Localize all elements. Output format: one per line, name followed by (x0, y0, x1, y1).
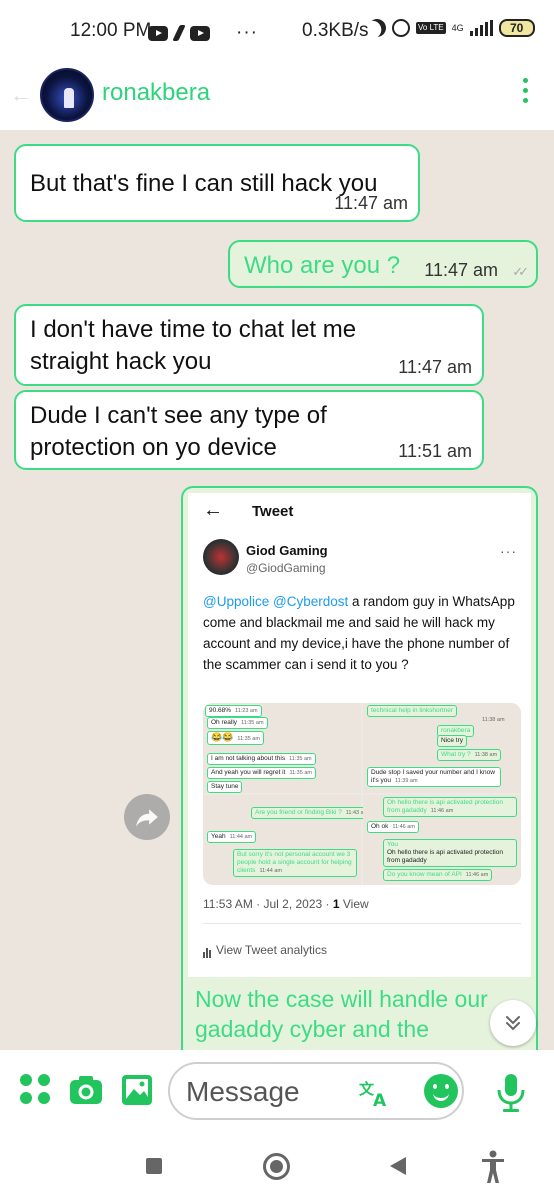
media-panel: technical help in linkshortner 11:38 am … (363, 703, 521, 793)
chat-snippet: You (387, 841, 398, 848)
chat-snippet: 90.68% (209, 707, 232, 714)
chat-snippet: What try ? (441, 751, 471, 758)
accessibility-icon[interactable] (480, 1150, 506, 1184)
tweet-back-icon: ← (203, 499, 223, 521)
back-arrow-icon[interactable]: ← (10, 82, 32, 108)
scroll-to-bottom-button[interactable] (490, 1000, 536, 1046)
divider (203, 923, 521, 924)
tweet-date: 11:53 AM · Jul 2, 2023 · 1 View (203, 897, 369, 911)
home-button[interactable] (263, 1153, 290, 1180)
status-time: 12:00 PM (70, 20, 152, 41)
chat-snippet: Stay tune (211, 783, 239, 790)
svg-text:A: A (373, 1091, 387, 1108)
apps-grid-icon[interactable] (20, 1074, 52, 1106)
gallery-icon[interactable] (121, 1074, 153, 1106)
more-notifications-icon: ··· (236, 22, 258, 43)
emoji-icon[interactable] (424, 1074, 458, 1108)
message-time: 11:47 am (424, 260, 498, 280)
forward-button[interactable] (124, 794, 170, 840)
tweet-avatar (203, 539, 239, 575)
back-button[interactable] (390, 1157, 406, 1175)
youtube-icon (148, 25, 168, 41)
tweet-screenshot: ← Tweet Giod Gaming @GiodGaming ··· @Upp… (188, 493, 531, 977)
notification-icons: ··· (148, 22, 258, 44)
chat-snippet: Oh really (211, 719, 238, 726)
network-speed: 0.3KB/s (302, 20, 369, 41)
chat-snippet: Are you friend or finding Biki ? (255, 809, 342, 816)
volte-icon: Vo LTE (416, 22, 446, 34)
system-icons: Vo LTE 4G 70 (368, 19, 535, 37)
battery-icon: 70 (498, 19, 535, 37)
tweet-author-handle: @GiodGaming (246, 561, 326, 575)
double-chevron-down-icon (506, 1016, 520, 1031)
read-ticks-icon: ✓✓ (512, 264, 529, 279)
message-bubble[interactable]: I don't have time to chat let me straigh… (14, 304, 484, 386)
chat-snippet: ronakbera (441, 727, 471, 734)
message-text: Who are you ? (244, 252, 401, 279)
chat-snippet: But sorry it's not personal account we 3… (237, 851, 352, 874)
recents-button[interactable] (146, 1158, 162, 1174)
camera-icon[interactable] (68, 1074, 104, 1106)
chat-snippet: Do you know mean of API (387, 871, 462, 878)
media-panel: 90.68% 11:23 am Oh really 11:35 am 😂😂 11:35… (203, 703, 361, 793)
tweet-more-icon: ··· (500, 543, 517, 559)
forward-icon (136, 809, 158, 827)
network-type: 4G (451, 23, 464, 33)
message-text: Dude I can't see any type of protection … (30, 402, 327, 461)
translate-icon[interactable]: 文 A (358, 1078, 392, 1108)
chat-snippet: 😂😂 (211, 732, 234, 742)
chat-snippet: I am not talking about this (211, 755, 286, 762)
chat-snippet: And yeah you will regret it (211, 769, 286, 776)
image-caption: Now the case will handle our gadaddy cyb… (195, 986, 488, 1042)
message-bubble-outgoing[interactable]: Who are you ? 11:47 am ✓✓ (228, 240, 538, 288)
chat-snippet: Dude stop I saved your number and I know… (371, 769, 495, 784)
tweet-text: @Uppolice @Cyberdost a random guy in Wha… (203, 591, 521, 675)
tweet-analytics: View Tweet analytics (203, 943, 327, 958)
microphone-icon[interactable] (494, 1072, 528, 1114)
tweet-mention: @Uppolice (203, 594, 270, 609)
dnd-moon-icon (365, 16, 388, 39)
more-options-icon[interactable] (523, 78, 528, 103)
contact-name[interactable]: ronakbera (102, 79, 210, 107)
app-notification-icon (172, 25, 186, 41)
message-time: 11:51 am (398, 441, 472, 461)
media-panel: Are you friend or finding Biki ? 11:43 am… (203, 795, 373, 885)
chat-header: ← ronakbera (0, 62, 554, 130)
tweet-views-count: 1 (332, 897, 340, 911)
tweet-header: Tweet (252, 503, 294, 520)
navigation-bar (0, 1136, 554, 1200)
message-field[interactable]: 文 A (168, 1062, 464, 1120)
status-bar: 12:00 PM ··· 0.3KB/s Vo LTE 4G 70 (0, 0, 554, 62)
signal-icon (469, 20, 493, 36)
alarm-icon (392, 19, 410, 37)
chat-snippet: technical help in linkshortner (371, 707, 454, 714)
media-panel: Oh hello there is api activated protecti… (363, 795, 521, 885)
message-time: 11:47 am (398, 357, 472, 377)
message-bubble[interactable]: Dude I can't see any type of protection … (14, 390, 484, 470)
message-input-bar: 文 A (0, 1050, 554, 1136)
chat-snippet: Oh hello there is api activated protecti… (387, 849, 503, 864)
tweet-author-name: Giod Gaming (246, 543, 328, 558)
youtube-icon (190, 25, 210, 41)
chat-area[interactable]: But that's fine I can still hack you 11:… (0, 130, 554, 1050)
message-text: But that's fine I can still hack you (30, 170, 378, 197)
message-text: I don't have time to chat let me straigh… (30, 316, 357, 375)
tweet-media-grid: 90.68% 11:23 am Oh really 11:35 am 😂😂 11:35… (203, 703, 521, 885)
chat-snippet: Yeah (211, 833, 226, 840)
image-message[interactable]: ← Tweet Giod Gaming @GiodGaming ··· @Upp… (181, 486, 538, 1050)
chat-snippet: Nice try (441, 737, 464, 744)
message-input[interactable] (186, 1074, 356, 1110)
message-bubble[interactable]: But that's fine I can still hack you 11:… (14, 144, 420, 222)
message-time: 11:47 am (334, 193, 408, 213)
chat-snippet: Oh ok (371, 823, 389, 830)
avatar[interactable] (40, 68, 94, 122)
analytics-bars-icon (203, 944, 212, 958)
tweet-mention: @Cyberdost (273, 594, 349, 609)
